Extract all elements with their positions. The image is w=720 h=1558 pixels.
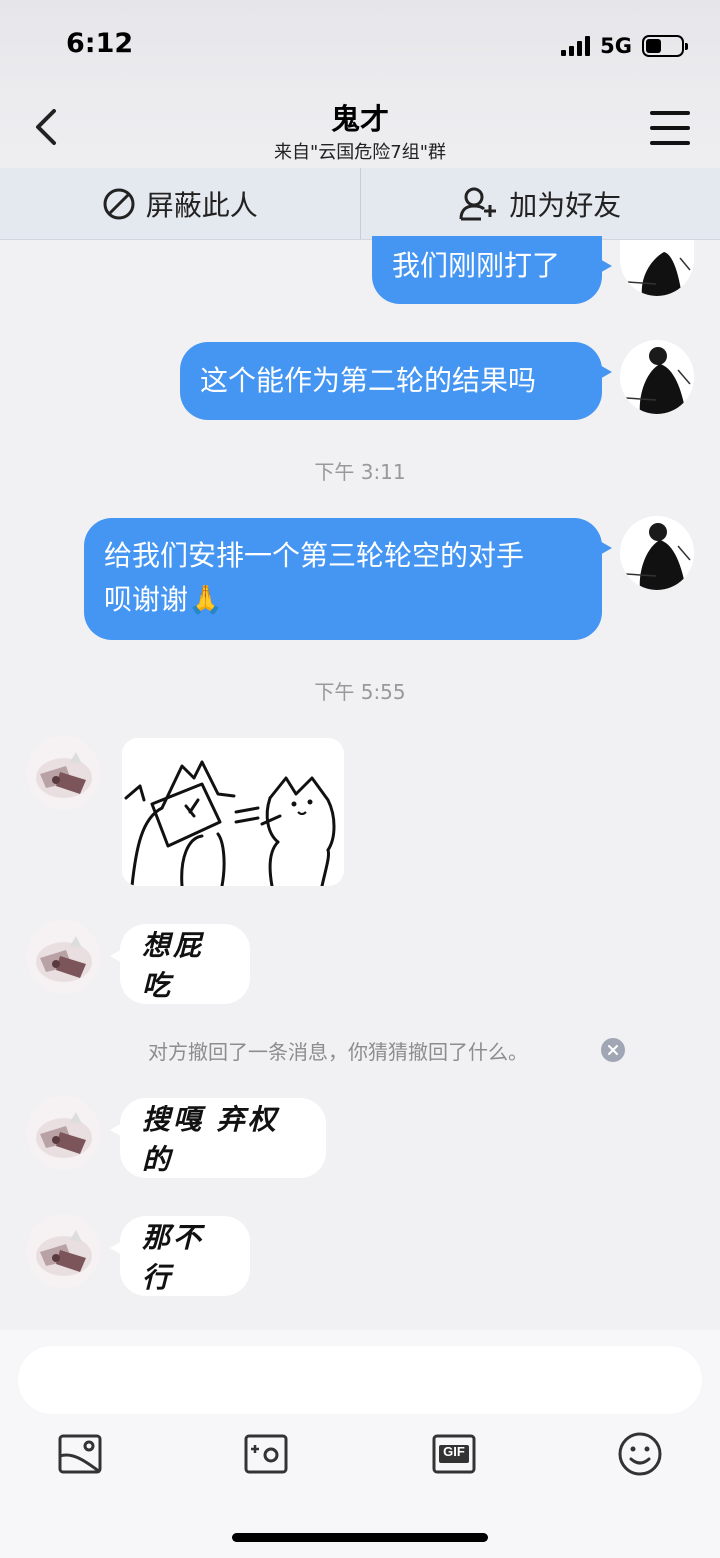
emoji-icon xyxy=(618,1432,662,1476)
message-bubble-self[interactable]: 这个能作为第二轮的结果吗 xyxy=(180,342,612,420)
add-friend-label: 加为好友 xyxy=(509,188,622,222)
avatar-self[interactable] xyxy=(620,240,694,296)
dismiss-notice-button[interactable] xyxy=(601,1038,625,1062)
message-input[interactable] xyxy=(18,1346,702,1414)
timestamp-divider: 下午 3:11 xyxy=(314,460,406,484)
chat-subtitle: 来自"云国危险7组"群 xyxy=(273,142,446,163)
avatar-image xyxy=(26,1096,100,1170)
block-user-label: 屏蔽此人 xyxy=(145,188,258,222)
status-indicators: 5G xyxy=(561,33,688,59)
stranger-action-bar: 屏蔽此人 加为好友 xyxy=(0,168,720,240)
message-bubble-self[interactable]: 给我们安排一个第三轮轮空的对手 呗谢谢🙏 xyxy=(84,518,612,640)
status-time: 6:12 xyxy=(66,28,134,59)
timestamp-divider: 下午 5:55 xyxy=(314,680,406,704)
block-user-button[interactable]: 屏蔽此人 xyxy=(0,168,360,239)
chat-title: 鬼才 xyxy=(330,102,389,136)
sticker-message[interactable] xyxy=(122,738,344,886)
avatar-image xyxy=(620,240,694,296)
avatar-self[interactable] xyxy=(620,516,694,590)
avatar-other[interactable] xyxy=(26,920,100,994)
message-text: 想屁吃 xyxy=(142,929,205,1002)
message-text: 这个能作为第二轮的结果吗 xyxy=(200,364,537,397)
composer: GIF xyxy=(0,1330,720,1558)
add-user-icon xyxy=(459,187,497,220)
gif-button[interactable]: GIF xyxy=(430,1430,478,1478)
add-friend-button[interactable]: 加为好友 xyxy=(361,168,720,239)
avatar-image xyxy=(26,736,100,810)
signal-icon xyxy=(561,36,591,56)
emoji-button[interactable] xyxy=(616,1430,664,1478)
camera-button[interactable] xyxy=(242,1430,290,1478)
message-text-line: 给我们安排一个第三轮轮空的对手 xyxy=(104,539,525,572)
menu-icon xyxy=(650,111,690,115)
network-label: 5G xyxy=(600,34,632,58)
message-text-line: 呗谢谢 xyxy=(104,583,189,616)
home-indicator[interactable] xyxy=(232,1533,488,1542)
avatar-image xyxy=(620,340,694,414)
message-bubble-self[interactable]: 我们刚刚打了 xyxy=(372,236,612,304)
image-icon xyxy=(58,1434,102,1474)
menu-button[interactable] xyxy=(650,108,690,148)
battery-icon xyxy=(642,35,688,57)
avatar-self[interactable] xyxy=(620,340,694,414)
avatar-other[interactable] xyxy=(26,736,100,810)
top-header: 6:12 5G 鬼才 来自"云国危险7组"群 xyxy=(0,0,720,168)
message-text: 搜嘎 弃权的 xyxy=(142,1103,279,1176)
cat-sticker-image xyxy=(122,738,344,886)
close-icon xyxy=(608,1045,618,1055)
gif-label: GIF xyxy=(443,1444,465,1459)
avatar-other[interactable] xyxy=(26,1214,100,1288)
message-bubble-other[interactable]: 那不行 xyxy=(110,1216,250,1296)
pray-emoji-icon: 🙏 xyxy=(188,583,223,616)
message-text: 那不行 xyxy=(142,1221,205,1294)
block-icon xyxy=(103,188,135,219)
recall-notice: 对方撤回了一条消息，你猜猜撤回了什么。 xyxy=(148,1040,528,1064)
message-text: 我们刚刚打了 xyxy=(392,249,561,282)
avatar-other[interactable] xyxy=(26,1096,100,1170)
image-button[interactable] xyxy=(56,1430,104,1478)
message-bubble-other[interactable]: 搜嘎 弃权的 xyxy=(110,1098,326,1178)
avatar-image xyxy=(26,1214,100,1288)
avatar-image xyxy=(26,920,100,994)
avatar-image xyxy=(620,516,694,590)
camera-icon xyxy=(244,1434,288,1474)
message-bubble-other[interactable]: 想屁吃 xyxy=(110,924,250,1004)
